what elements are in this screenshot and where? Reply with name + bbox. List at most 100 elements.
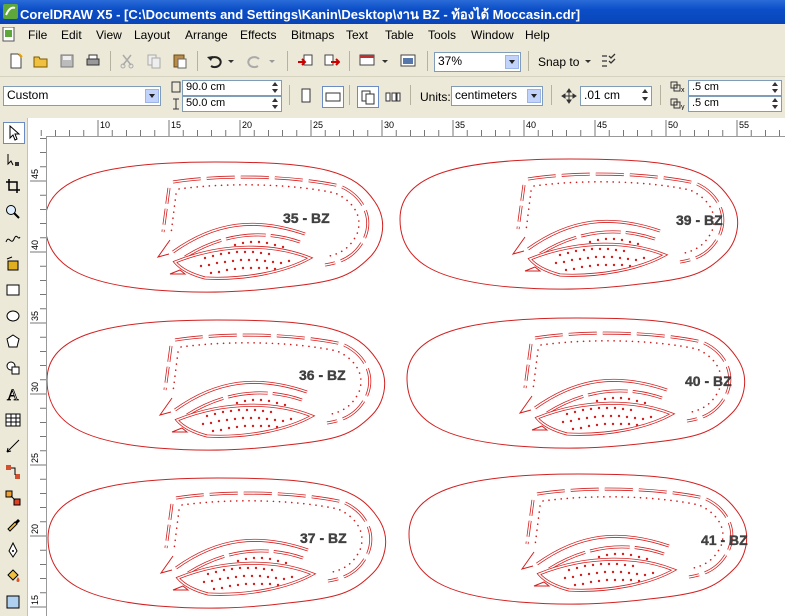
nudge-distance-field[interactable]: .01 cm [580, 86, 652, 106]
all-pages-icon[interactable] [357, 86, 379, 108]
redo-icon[interactable] [245, 51, 265, 71]
vertical-ruler-scale: 45 40 35 30 25 20 15 [30, 137, 46, 608]
horizontal-ruler-label: 40 [526, 120, 536, 130]
drawing-canvas[interactable]: 35 - BZ 39 - BZ 36 - BZ 40 - BZ 37 - BZ … [47, 137, 785, 616]
undo-icon[interactable] [204, 51, 224, 71]
duplicate-y-spin-down[interactable] [771, 104, 780, 111]
sole-label-41: 41 - BZ [701, 532, 748, 548]
page-height-spin-down[interactable] [271, 104, 280, 111]
page-width-spin-up[interactable] [271, 81, 280, 88]
freehand-tool-icon[interactable] [3, 228, 23, 248]
paste-icon[interactable] [170, 51, 190, 71]
pick-tool-icon[interactable] [3, 122, 25, 144]
menu-help[interactable]: Help [525, 28, 550, 42]
snap-to-dropdown-icon[interactable] [582, 51, 594, 71]
polygon-tool-icon[interactable] [3, 332, 23, 352]
duplicate-x-field[interactable]: .5 cm [688, 80, 782, 96]
vertical-ruler[interactable]: 45 40 35 30 25 20 15 [28, 136, 47, 616]
text-tool-icon[interactable]: A [3, 384, 23, 404]
menu-edit[interactable]: Edit [61, 28, 82, 42]
basic-shapes-tool-icon[interactable] [3, 358, 23, 378]
nudge-spin-up[interactable] [641, 88, 650, 95]
horizontal-ruler-label: 15 [171, 120, 181, 130]
window-title: CorelDRAW X5 - [C:\Documents and Setting… [20, 7, 581, 22]
menu-bitmaps[interactable]: Bitmaps [291, 28, 334, 42]
horizontal-ruler-scale: 10 15 20 25 30 35 40 45 50 55 [40, 120, 780, 136]
sole-pattern-37[interactable]: 37 - BZ [47, 476, 388, 610]
page-size-dropdown-arrow[interactable] [145, 89, 159, 103]
sole-pattern-36[interactable]: 36 - BZ [47, 318, 387, 452]
welcome-screen-icon[interactable] [398, 51, 418, 71]
sole-pattern-40[interactable]: 40 - BZ [405, 316, 747, 450]
vertical-ruler-label: 45 [30, 169, 40, 179]
zoom-dropdown-arrow[interactable] [505, 55, 519, 69]
open-folder-icon[interactable] [31, 51, 51, 71]
options-icon[interactable] [598, 51, 618, 71]
page-height-spin-up[interactable] [271, 97, 280, 104]
interactive-fill-tool-icon[interactable] [3, 592, 23, 612]
nudge-spin-down[interactable] [641, 96, 650, 103]
zoom-tool-icon[interactable] [3, 202, 23, 222]
rectangle-tool-icon[interactable] [3, 280, 23, 300]
cut-icon[interactable] [117, 51, 137, 71]
menu-window[interactable]: Window [471, 28, 514, 42]
copy-icon[interactable] [144, 51, 164, 71]
units-dropdown-arrow[interactable] [527, 89, 541, 103]
application-launcher-icon[interactable] [357, 51, 377, 71]
vertical-ruler-label: 15 [30, 595, 40, 605]
document-icon[interactable] [2, 27, 16, 42]
eyedropper-tool-icon[interactable] [3, 514, 23, 534]
page-size-combo[interactable]: Custom [3, 86, 161, 106]
menu-text[interactable]: Text [346, 28, 368, 42]
menu-view[interactable]: View [96, 28, 122, 42]
landscape-icon[interactable] [322, 86, 344, 108]
save-icon[interactable] [57, 51, 77, 71]
horizontal-ruler[interactable]: 10 15 20 25 30 35 40 45 50 55 [28, 118, 785, 137]
page-width-field[interactable]: 90.0 cm [182, 80, 282, 96]
menu-effects[interactable]: Effects [240, 28, 276, 42]
duplicate-x-spin-up[interactable] [771, 81, 780, 88]
blend-tool-icon[interactable] [3, 488, 23, 508]
undo-dropdown-icon[interactable] [226, 51, 236, 71]
connector-tool-icon[interactable] [3, 462, 23, 482]
menu-arrange[interactable]: Arrange [185, 28, 228, 42]
outline-pen-tool-icon[interactable] [3, 540, 23, 560]
sole-label-35: 35 - BZ [283, 210, 330, 226]
sole-pattern-39[interactable]: 39 - BZ [398, 157, 740, 291]
duplicate-y-field[interactable]: .5 cm [688, 96, 782, 112]
drawing-area[interactable]: 35 - BZ 39 - BZ 36 - BZ 40 - BZ 37 - BZ … [47, 137, 785, 616]
current-page-icon[interactable] [383, 86, 403, 106]
menu-table[interactable]: Table [385, 28, 414, 42]
redo-dropdown-icon[interactable] [267, 51, 277, 71]
crop-tool-icon[interactable] [3, 176, 23, 196]
zoom-level-combo[interactable]: 37% [434, 52, 521, 72]
duplicate-y-icon: y [670, 98, 686, 111]
table-tool-icon[interactable] [3, 410, 23, 430]
menu-tools[interactable]: Tools [428, 28, 456, 42]
duplicate-x-spin-down[interactable] [771, 88, 780, 95]
units-combo[interactable]: centimeters [451, 86, 543, 106]
duplicate-y-spin-up[interactable] [771, 97, 780, 104]
import-icon[interactable] [295, 51, 315, 71]
sole-label-40: 40 - BZ [685, 373, 732, 389]
page-height-field[interactable]: 50.0 cm [182, 96, 282, 112]
page-width-spin-down[interactable] [271, 88, 280, 95]
sole-pattern-35[interactable]: 35 - BZ [47, 160, 385, 294]
export-icon[interactable] [322, 51, 342, 71]
property-bar: Custom 90.0 cm 50.0 cm Units: centimeter… [0, 77, 785, 115]
ellipse-tool-icon[interactable] [3, 306, 23, 326]
menu-layout[interactable]: Layout [134, 28, 170, 42]
menu-file[interactable]: File [28, 28, 47, 42]
fill-tool-icon[interactable] [3, 566, 23, 586]
svg-text:A: A [7, 387, 19, 403]
print-icon[interactable] [83, 51, 103, 71]
dimension-tool-icon[interactable] [3, 436, 23, 456]
snap-to-button[interactable]: Snap to [538, 55, 579, 69]
portrait-icon[interactable] [296, 86, 316, 106]
standard-toolbar: 37% Snap to [0, 46, 785, 77]
sole-pattern-41[interactable]: 41 - BZ [407, 472, 748, 606]
launcher-dropdown-icon[interactable] [380, 51, 390, 71]
smart-fill-tool-icon[interactable] [3, 254, 23, 274]
shape-tool-icon[interactable] [3, 150, 23, 170]
new-document-icon[interactable] [6, 51, 26, 71]
